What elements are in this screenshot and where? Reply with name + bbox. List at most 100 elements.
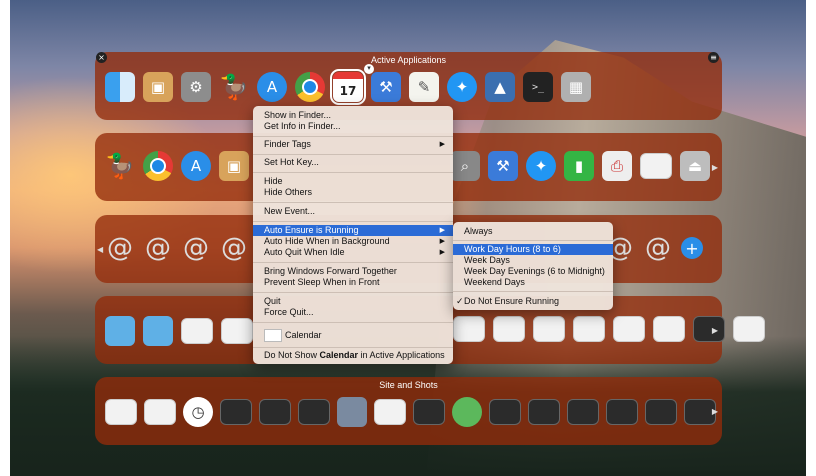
menu-separator [253, 322, 453, 323]
folder-icon[interactable] [105, 316, 135, 346]
textedit-icon[interactable]: ✎ [409, 72, 439, 102]
menu-item-do-not-show[interactable]: Do Not Show Calendar in Active Applicati… [253, 350, 453, 361]
menu-item-label: Calendar [285, 330, 322, 340]
submenu-item-always[interactable]: Always [453, 226, 613, 237]
safari-icon[interactable]: ✦ [526, 151, 556, 181]
preview-icon[interactable]: ▣ [143, 72, 173, 102]
menu-item-get-info[interactable]: Get Info in Finder... [253, 121, 453, 132]
menu-item-prevent-sleep[interactable]: Prevent Sleep When in Front [253, 277, 453, 288]
screenshot-thumbnail[interactable] [693, 316, 725, 342]
image-thumbnail[interactable] [337, 397, 367, 427]
menu-item-finder-tags[interactable]: Finder Tags ▶ [253, 139, 453, 150]
system-preferences-icon[interactable]: ⚙ [181, 72, 211, 102]
disk-icon[interactable]: ⏏ [680, 151, 710, 181]
screenshot-thumbnail[interactable] [606, 399, 638, 425]
screenshot-thumbnail[interactable] [567, 399, 599, 425]
menu-item-hide-others[interactable]: Hide Others [253, 187, 453, 198]
screenshot-thumbnail[interactable] [533, 316, 565, 342]
screenshot-thumbnail[interactable] [493, 316, 525, 342]
mail-icon[interactable]: @ [105, 233, 135, 263]
menu-item-set-hot-key[interactable]: Set Hot Key... [253, 157, 453, 168]
screenshot-thumbnail[interactable] [653, 316, 685, 342]
scroll-left-icon[interactable]: ◀ [97, 245, 103, 254]
mail-icon[interactable]: @ [143, 233, 173, 263]
menu-item-label: Do Not Show [264, 350, 320, 360]
mail-icon[interactable]: @ [643, 233, 673, 263]
menu-separator [253, 221, 453, 222]
panel-title: Site and Shots [379, 380, 438, 390]
panel-title: Active Applications [370, 55, 447, 65]
submenu-item-do-not-ensure[interactable]: ✓ Do Not Ensure Running [453, 296, 613, 307]
app-store-icon[interactable]: A [181, 151, 211, 181]
mail-icon[interactable]: @ [181, 233, 211, 263]
menu-separator [253, 202, 453, 203]
menu-item-auto-ensure-running[interactable]: Auto Ensure is Running ▶ [253, 225, 453, 236]
screenshot-thumbnail[interactable] [221, 318, 253, 344]
terminal-icon[interactable]: >_ [523, 72, 553, 102]
screenshot-thumbnail[interactable] [528, 399, 560, 425]
screenshot-thumbnail[interactable] [298, 399, 330, 425]
add-icon[interactable]: + [681, 237, 703, 259]
menu-item-label: in Active Applications [358, 350, 445, 360]
menu-item-label: Auto Hide When in Background [264, 236, 390, 246]
screenshot-thumbnail[interactable] [374, 399, 406, 425]
screenshot-thumbnail[interactable] [259, 399, 291, 425]
safari-icon[interactable]: ✦ [447, 72, 477, 102]
submenu-item-weekend-days[interactable]: Weekend Days [453, 277, 613, 288]
close-icon[interactable]: × [96, 52, 107, 63]
photo-icon[interactable]: ▲ [485, 72, 515, 102]
screenshot-thumbnail[interactable] [413, 399, 445, 425]
app-store-icon[interactable]: A [257, 72, 287, 102]
screenshot-thumbnail[interactable] [489, 399, 521, 425]
menu-separator [253, 154, 453, 155]
screenshot-thumbnail[interactable] [640, 153, 672, 179]
screenshot-thumbnail[interactable] [733, 316, 765, 342]
submenu-item-work-day-hours[interactable]: Work Day Hours (8 to 6) [453, 244, 613, 255]
menu-item-auto-quit[interactable]: Auto Quit When Idle ▶ [253, 247, 453, 258]
cyberduck-icon[interactable]: 🦆 [105, 151, 135, 181]
screenshot-thumbnail[interactable] [105, 399, 137, 425]
screenshot-thumbnail[interactable] [645, 399, 677, 425]
xcode-icon[interactable]: ⚒ [488, 151, 518, 181]
submenu-item-week-day-evenings[interactable]: Week Day Evenings (6 to Midnight) [453, 266, 613, 277]
menu-item-auto-hide[interactable]: Auto Hide When in Background ▶ [253, 236, 453, 247]
folder-icon[interactable] [143, 316, 173, 346]
menu-item-bring-windows-forward[interactable]: Bring Windows Forward Together [253, 266, 453, 277]
mail-icon[interactable]: @ [219, 233, 249, 263]
calendar-icon[interactable]: 17 [330, 69, 366, 105]
screenshot-thumbnail[interactable] [453, 316, 485, 342]
screenshot-thumbnail[interactable] [181, 318, 213, 344]
scroll-right-icon[interactable]: ▶ [712, 163, 718, 172]
menu-item-new-event[interactable]: New Event... [253, 206, 453, 217]
screenshot-thumbnail[interactable] [573, 316, 605, 342]
cyberduck-icon[interactable]: 🦆 [219, 72, 249, 102]
globe-icon[interactable] [452, 397, 482, 427]
scroll-right-icon[interactable]: ▶ [712, 326, 718, 335]
printer-icon[interactable]: ⎙ [602, 151, 632, 181]
menu-item-calendar[interactable]: Calendar [253, 328, 453, 343]
xcode-icon[interactable]: ⚒ [371, 72, 401, 102]
menu-item-quit[interactable]: Quit [253, 296, 453, 307]
checkmark-icon: ✓ [456, 296, 464, 306]
menu-icon[interactable]: ≡ [708, 52, 719, 63]
menu-item-show-in-finder[interactable]: Show in Finder... [253, 110, 453, 121]
magnifier-icon[interactable]: ⌕ [450, 151, 480, 181]
preview-icon[interactable]: ▣ [219, 151, 249, 181]
scroll-right-icon[interactable]: ▶ [712, 407, 718, 416]
chevron-down-icon[interactable]: ▾ [364, 64, 374, 74]
chrome-icon[interactable] [143, 151, 173, 181]
menu-separator [253, 292, 453, 293]
clock-icon[interactable]: ◷ [183, 397, 213, 427]
submenu-item-week-days[interactable]: Week Days [453, 255, 613, 266]
submenu-arrow-icon: ▶ [439, 238, 445, 245]
activity-icon[interactable]: ▮ [564, 151, 594, 181]
menu-separator [253, 172, 453, 173]
screenshot-thumbnail[interactable] [220, 399, 252, 425]
menu-item-hide[interactable]: Hide [253, 176, 453, 187]
screenshot-thumbnail[interactable] [613, 316, 645, 342]
calculator-icon[interactable]: ▦ [561, 72, 591, 102]
finder-icon[interactable] [105, 72, 135, 102]
screenshot-thumbnail[interactable] [144, 399, 176, 425]
chrome-icon[interactable] [295, 72, 325, 102]
menu-item-force-quit[interactable]: Force Quit... [253, 307, 453, 318]
